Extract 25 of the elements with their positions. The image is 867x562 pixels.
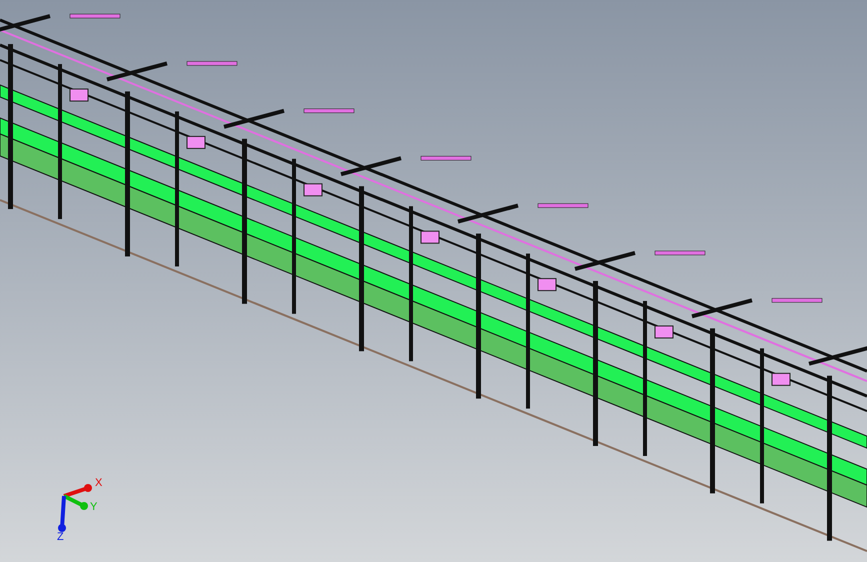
sign-plate [70,88,88,102]
light-bar [186,61,238,66]
light-bar [420,156,472,160]
light-bar [654,250,706,256]
sign-plate [538,278,556,292]
crossbar [808,346,867,366]
crossbar [106,62,168,82]
light-bar [70,14,120,18]
sign-plate [654,325,674,338]
crossbar [457,204,519,224]
sign-plate [304,183,322,196]
axis-label: Z [57,531,64,542]
axis-label: X [95,477,102,489]
light-bar [304,108,354,114]
axis-label: Y [90,501,98,513]
sign-plate [420,230,440,244]
sign-plate [772,372,790,386]
crossbar [0,14,51,34]
crossbar [691,298,753,318]
crossbar [574,251,636,271]
crossbar [340,156,402,176]
light-bar [538,203,588,208]
light-bar [772,298,822,303]
crossbar [223,108,285,129]
sign-plate [186,136,206,149]
